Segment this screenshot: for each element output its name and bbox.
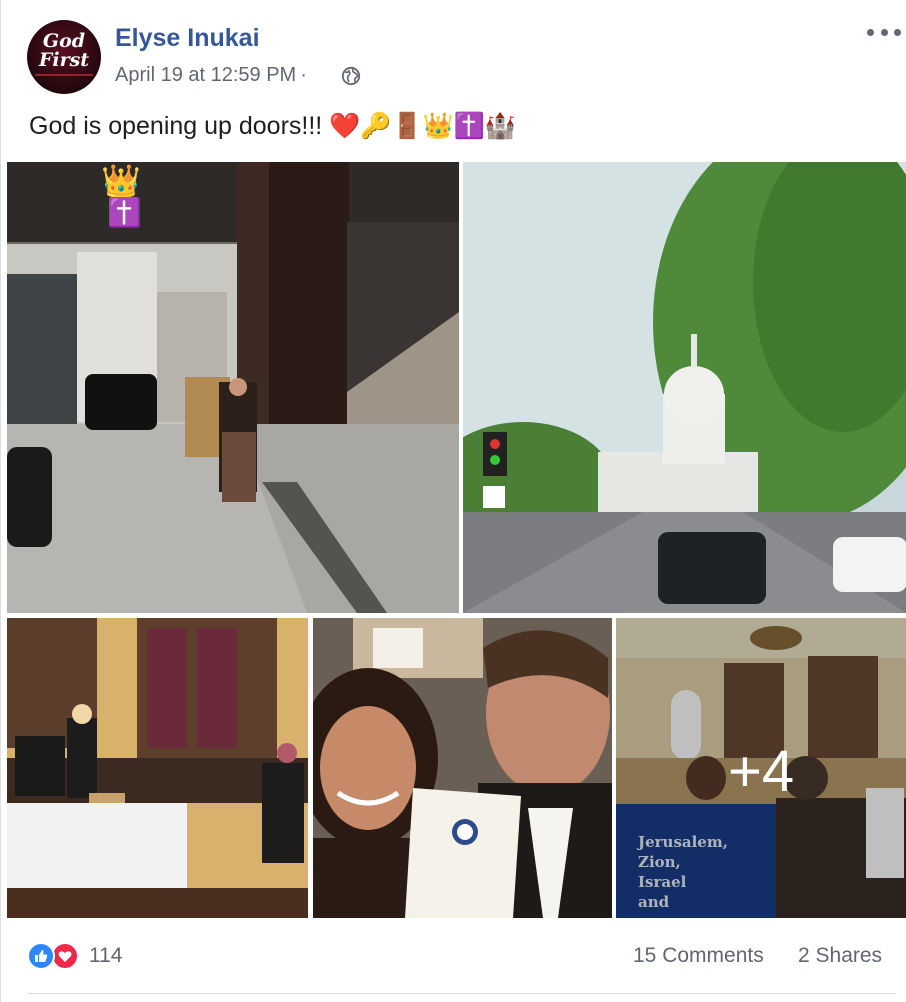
post-photo-1[interactable]: 👑 ✝️	[7, 162, 459, 613]
hotel-entrance-photo	[7, 162, 459, 613]
cross-emoji: ✝️	[107, 197, 142, 228]
footer-divider	[27, 993, 896, 994]
ellipsis-dot	[880, 28, 888, 36]
selfie-photo	[313, 618, 612, 918]
love-icon	[51, 942, 79, 970]
more-photos-count: +4	[728, 739, 795, 804]
post-photo-2[interactable]	[463, 162, 906, 613]
crown-emoji: 👑	[101, 163, 141, 199]
author-avatar[interactable]: God First	[27, 20, 101, 94]
comments-link[interactable]: 15 Comments	[633, 944, 764, 968]
post-photo-4[interactable]	[313, 618, 612, 918]
avatar-logo-underline	[35, 74, 93, 76]
shares-link[interactable]: 2 Shares	[798, 944, 882, 968]
feed-post: God First Elyse Inukai April 19 at 12:59…	[0, 0, 906, 1002]
more-photos-overlay[interactable]: +4	[616, 618, 906, 918]
ellipsis-icon[interactable]	[867, 22, 901, 42]
post-photo-5[interactable]: Jerusalem, Zion, Israel and +4	[616, 618, 906, 918]
post-text: God is opening up doors!!! ❤️🔑🚪👑✝️🏰	[29, 112, 516, 140]
avatar-logo-text: God First	[38, 30, 90, 71]
post-timestamp[interactable]: April 19 at 12:59 PM	[115, 64, 296, 86]
globe-icon[interactable]	[341, 66, 361, 86]
meta-separator: ·	[300, 64, 307, 86]
ballroom-stage-photo	[7, 618, 308, 918]
ellipsis-dot	[867, 28, 874, 36]
reaction-count: 114	[89, 944, 123, 967]
capitol-street-photo	[463, 162, 906, 613]
ellipsis-dot	[894, 28, 901, 36]
post-photo-3[interactable]	[7, 618, 308, 918]
reactions-summary[interactable]: 114	[27, 940, 122, 972]
author-name-link[interactable]: Elyse Inukai	[115, 24, 260, 53]
post-meta: April 19 at 12:59 PM ·	[115, 64, 311, 87]
like-icon	[27, 942, 55, 970]
